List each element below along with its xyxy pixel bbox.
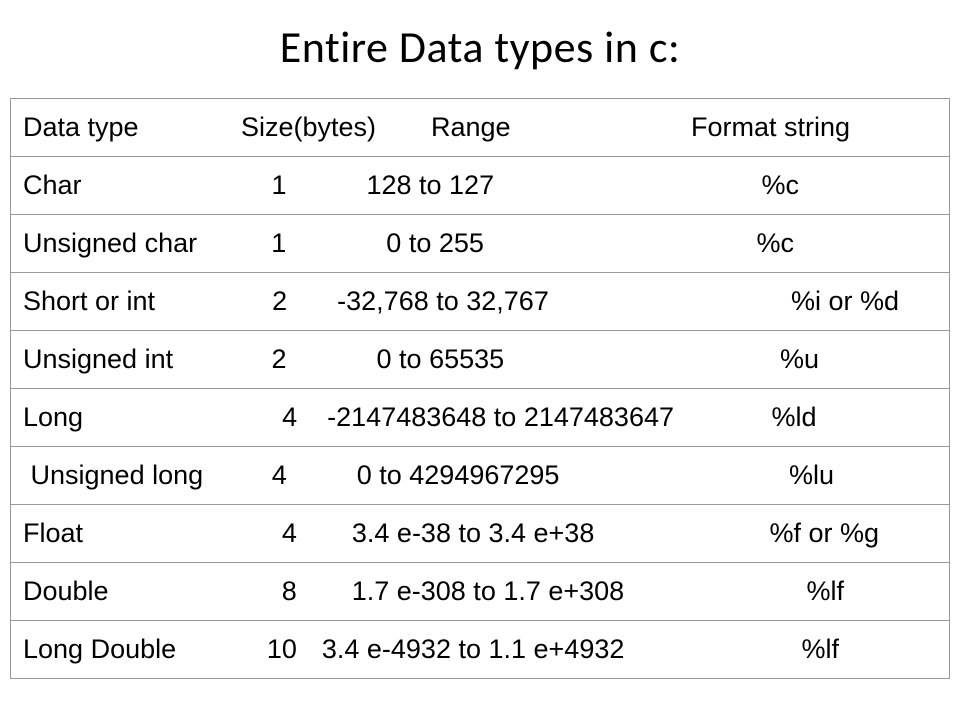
cell-format: %c: [514, 170, 949, 201]
table-row: Unsigned int 2 0 to 65535 %u: [11, 331, 950, 389]
cell-range: 128 to 127: [286, 170, 513, 201]
header-range: Range: [431, 112, 691, 143]
cell-datatype: Double: [11, 576, 238, 607]
cell-datatype: Long: [11, 402, 238, 433]
cell-datatype: Long Double: [11, 634, 238, 665]
table-row: Unsigned long 4 0 to 4294967295 %lu: [11, 447, 950, 505]
cell-size: 2: [237, 344, 286, 375]
cell-size: 4: [238, 518, 297, 549]
table-header-row: Data type Size(bytes) Range Format strin…: [11, 99, 950, 157]
cell-size: 10: [238, 634, 297, 665]
cell-datatype: Unsigned long: [11, 460, 238, 491]
cell-datatype: Float: [11, 518, 238, 549]
cell-size: 4: [238, 460, 287, 491]
cell-datatype: Unsigned int: [11, 344, 237, 375]
cell-range: 3.4 e-4932 to 1.1 e+4932: [297, 634, 701, 665]
header-datatype: Data type: [11, 112, 241, 143]
table-row: Double 8 1.7 e-308 to 1.7 e+308 %lf: [11, 563, 950, 621]
cell-format: %lu: [603, 460, 949, 491]
cell-format: %u: [534, 344, 949, 375]
table-row: Unsigned char 1 0 to 255 %c: [11, 215, 950, 273]
datatype-table: Data type Size(bytes) Range Format strin…: [10, 98, 950, 679]
cell-range: 1.7 e-308 to 1.7 e+308: [297, 576, 692, 607]
table-row: Float 4 3.4 e-38 to 3.4 e+38 %f or %g: [11, 505, 950, 563]
table-row: Short or int 2 -32,768 to 32,767 %i or %…: [11, 273, 950, 331]
cell-format: %lf: [701, 634, 949, 665]
page-title: Entire Data types in c:: [10, 20, 950, 74]
table-row: Long Double 10 3.4 e-4932 to 1.1 e+4932 …: [11, 621, 950, 679]
header-size: Size(bytes): [241, 112, 431, 143]
cell-range: 0 to 4294967295: [287, 460, 603, 491]
table-row: Long 4 -2147483648 to 2147483647 %ld: [11, 389, 950, 447]
cell-range: 0 to 65535: [287, 344, 534, 375]
cell-format: %f or %g: [662, 518, 949, 549]
cell-format: %i or %d: [633, 286, 949, 317]
cell-range: 3.4 e-38 to 3.4 e+38: [297, 518, 662, 549]
cell-format: %lf: [691, 576, 949, 607]
cell-size: 1: [237, 170, 286, 201]
cell-datatype: Unsigned char: [11, 228, 237, 259]
cell-datatype: Char: [11, 170, 237, 201]
cell-range: 0 to 255: [286, 228, 514, 259]
table-row: Char 1 128 to 127 %c: [11, 157, 950, 215]
cell-range: -32,768 to 32,767: [287, 286, 633, 317]
cell-datatype: Short or int: [11, 286, 238, 317]
cell-size: 8: [238, 576, 297, 607]
cell-size: 1: [237, 228, 286, 259]
cell-format: %c: [514, 228, 949, 259]
cell-format: %ld: [731, 402, 949, 433]
header-format: Format string: [691, 112, 911, 143]
cell-size: 4: [238, 402, 297, 433]
cell-range: -2147483648 to 2147483647: [297, 402, 731, 433]
cell-size: 2: [238, 286, 287, 317]
